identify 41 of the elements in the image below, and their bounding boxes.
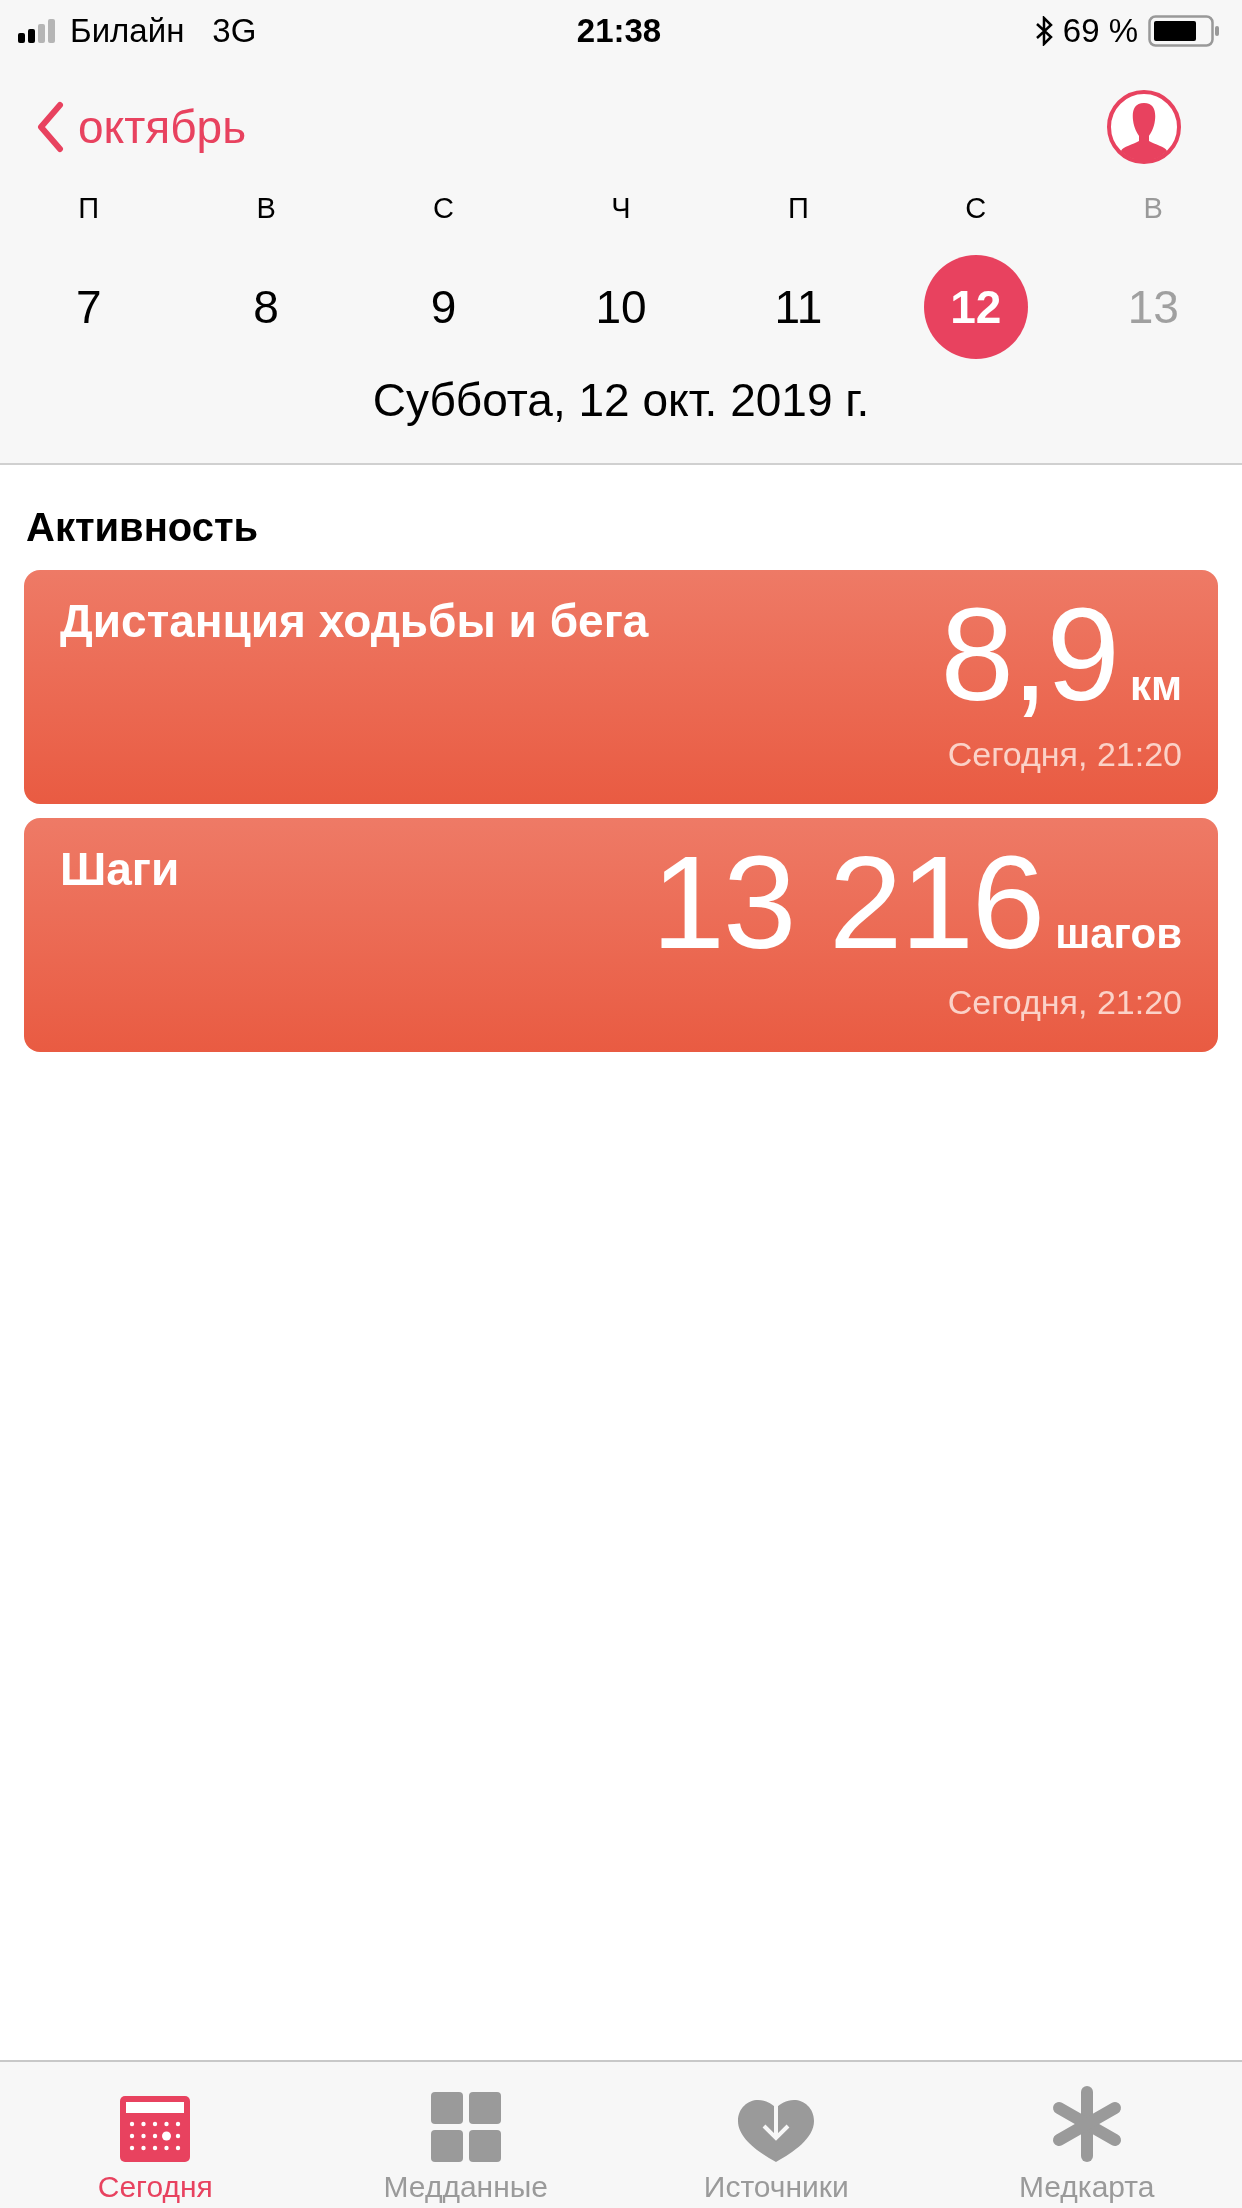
section-title: Активность	[25, 504, 260, 551]
day-button[interactable]: 7	[36, 255, 141, 359]
carrier-name: Билайн	[70, 12, 185, 50]
card-title: Дистанция ходьбы и бега	[60, 594, 649, 649]
calendar-icon	[120, 2096, 191, 2162]
battery-percent: 69 %	[1062, 12, 1138, 50]
metric-unit: км	[1129, 662, 1182, 710]
weekday-label: Ч	[611, 192, 631, 225]
metric-value: 8,9	[940, 589, 1118, 721]
activity-card[interactable]: Шаги 13 216 шагов Сегодня, 21:20	[24, 818, 1218, 1052]
network-type: 3G	[212, 12, 257, 50]
chevron-icon	[36, 101, 64, 153]
tab-button[interactable]: Источники	[621, 2062, 932, 2208]
weekday-label: П	[787, 192, 809, 225]
tab-button[interactable]: Медкарта	[931, 2062, 1242, 2208]
tab-button[interactable]: Медданные	[310, 2062, 621, 2208]
update-time: Сегодня, 21:20	[947, 983, 1182, 1022]
day-button[interactable]: 12	[923, 255, 1028, 359]
weekday-label: В	[256, 192, 276, 225]
day-button[interactable]: 11	[746, 255, 851, 359]
back-button[interactable]: октябрь	[36, 100, 247, 154]
weekday-label: С	[965, 192, 987, 225]
weekday-label: С	[433, 192, 455, 225]
metric-unit: шагов	[1055, 910, 1182, 958]
activity-card[interactable]: Дистанция ходьбы и бега 8,9 км Сегодня, 21:20	[24, 570, 1218, 804]
profile-avatar-icon[interactable]	[1106, 89, 1182, 165]
day-button[interactable]: 13	[1101, 255, 1206, 359]
day-button[interactable]: 10	[568, 255, 673, 359]
weekday-label: П	[78, 192, 100, 225]
day-button[interactable]: 9	[391, 255, 496, 359]
grid-icon	[430, 2092, 501, 2162]
update-time: Сегодня, 21:20	[947, 735, 1182, 774]
bluetooth-icon	[1034, 16, 1053, 46]
metric-value: 13 216	[651, 837, 1044, 969]
clock-time: 21:38	[576, 12, 662, 50]
battery-icon	[1148, 15, 1220, 47]
tab-button[interactable]: Сегодня	[0, 2062, 311, 2208]
day-button[interactable]: 8	[214, 255, 319, 359]
selected-date: Суббота, 12 окт. 2019 г.	[371, 373, 871, 428]
weekday-label: В	[1143, 192, 1163, 225]
card-title: Шаги	[60, 842, 180, 897]
